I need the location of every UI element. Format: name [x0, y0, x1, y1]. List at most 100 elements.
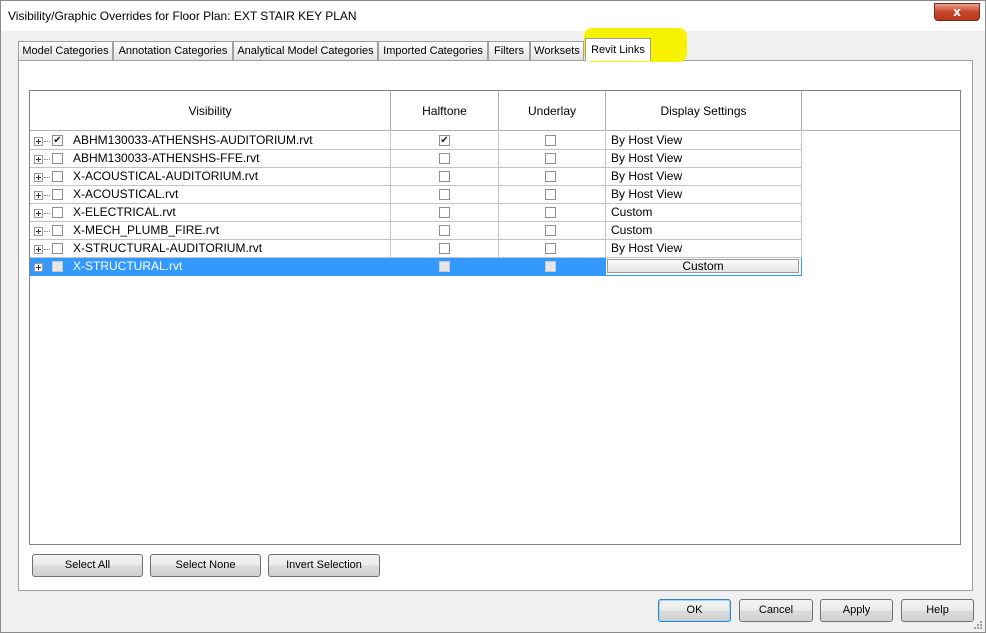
underlay-cell — [499, 186, 606, 204]
underlay-checkbox[interactable] — [545, 261, 556, 272]
underlay-checkbox[interactable] — [545, 135, 556, 146]
tab-imported-categories[interactable]: Imported Categories — [378, 41, 488, 60]
display-settings-button[interactable]: Custom — [607, 259, 799, 273]
link-name: X-MECH_PLUMB_FIRE.rvt — [73, 223, 220, 237]
visibility-cell: X-ACOUSTICAL.rvt — [30, 186, 391, 204]
halftone-checkbox[interactable] — [439, 225, 450, 236]
visibility-checkbox[interactable] — [52, 225, 63, 236]
display-settings-cell[interactable]: Custom — [606, 222, 802, 240]
display-settings-cell[interactable]: Custom — [606, 204, 802, 222]
link-row[interactable]: X-ACOUSTICAL.rvt By Host View — [30, 186, 960, 204]
visibility-cell: X-MECH_PLUMB_FIRE.rvt — [30, 222, 391, 240]
halftone-checkbox[interactable] — [439, 207, 450, 218]
cancel-button[interactable]: Cancel — [739, 599, 813, 622]
visibility-checkbox[interactable] — [52, 189, 63, 200]
expand-plus-icon[interactable] — [34, 173, 43, 182]
display-settings-cell[interactable]: By Host View — [606, 186, 802, 204]
grid-header: Visibility Halftone Underlay Display Set… — [30, 91, 960, 131]
underlay-checkbox[interactable] — [545, 207, 556, 218]
link-name: X-ACOUSTICAL.rvt — [73, 187, 179, 201]
apply-button[interactable]: Apply — [820, 599, 893, 622]
tab-annotation-categories[interactable]: Annotation Categories — [113, 41, 233, 60]
tab-filters[interactable]: Filters — [488, 41, 530, 60]
underlay-cell — [499, 240, 606, 258]
underlay-cell — [499, 222, 606, 240]
link-row[interactable]: ✔ ABHM130033-ATHENSHS-AUDITORIUM.rvt ✔ By H… — [30, 132, 960, 150]
expand-plus-icon[interactable] — [34, 137, 43, 146]
tree-line — [44, 267, 50, 269]
visibility-checkbox[interactable] — [52, 207, 63, 218]
dialog-window: Visibility/Graphic Overrides for Floor P… — [0, 0, 986, 633]
revit-links-grid: Visibility Halftone Underlay Display Set… — [29, 90, 961, 545]
visibility-checkbox[interactable] — [52, 153, 63, 164]
halftone-checkbox[interactable]: ✔ — [439, 135, 450, 146]
visibility-checkbox[interactable] — [52, 261, 63, 272]
link-row[interactable]: ABHM130033-ATHENSHS-FFE.rvt By Host View — [30, 150, 960, 168]
tree-line — [44, 141, 50, 143]
ok-button[interactable]: OK — [658, 599, 731, 622]
display-settings-cell[interactable]: By Host View — [606, 150, 802, 168]
underlay-cell — [499, 132, 606, 150]
close-button[interactable]: x — [934, 3, 980, 21]
display-settings-cell[interactable]: By Host View — [606, 240, 802, 258]
link-name: X-STRUCTURAL-AUDITORIUM.rvt — [73, 241, 263, 255]
link-row[interactable]: X-ELECTRICAL.rvt Custom — [30, 204, 960, 222]
expand-plus-icon[interactable] — [34, 227, 43, 236]
halftone-cell — [391, 240, 499, 258]
expand-plus-icon[interactable] — [34, 191, 43, 200]
underlay-checkbox[interactable] — [545, 171, 556, 182]
underlay-checkbox[interactable] — [545, 225, 556, 236]
tab-model-categories[interactable]: Model Categories — [18, 41, 113, 60]
link-row[interactable]: X-MECH_PLUMB_FIRE.rvt Custom — [30, 222, 960, 240]
link-row[interactable]: X-STRUCTURAL-AUDITORIUM.rvt By Host View — [30, 240, 960, 258]
display-settings-cell[interactable]: By Host View — [606, 168, 802, 186]
close-icon: x — [953, 5, 961, 19]
display-settings-cell[interactable]: By Host View — [606, 132, 802, 150]
select-all-button[interactable]: Select All — [32, 554, 143, 577]
halftone-checkbox[interactable] — [439, 261, 450, 272]
header-underlay[interactable]: Underlay — [499, 91, 606, 131]
halftone-cell — [391, 186, 499, 204]
tree-line — [44, 177, 50, 179]
select-none-button[interactable]: Select None — [150, 554, 261, 577]
halftone-checkbox[interactable] — [439, 171, 450, 182]
expand-plus-icon[interactable] — [34, 209, 43, 218]
header-visibility[interactable]: Visibility — [30, 91, 391, 131]
help-button[interactable]: Help — [901, 599, 974, 622]
header-halftone[interactable]: Halftone — [391, 91, 499, 131]
tab-worksets[interactable]: Worksets — [530, 41, 584, 60]
visibility-checkbox[interactable]: ✔ — [52, 135, 63, 146]
underlay-checkbox[interactable] — [545, 243, 556, 254]
display-settings-cell[interactable]: Custom — [606, 258, 802, 276]
visibility-cell: X-STRUCTURAL.rvt — [30, 258, 391, 276]
halftone-cell — [391, 258, 499, 276]
tab-revit-links[interactable]: Revit Links — [585, 38, 651, 61]
link-row[interactable]: X-STRUCTURAL.rvt Custom — [30, 258, 960, 276]
window-title: Visibility/Graphic Overrides for Floor P… — [8, 9, 357, 23]
underlay-cell — [499, 150, 606, 168]
underlay-cell — [499, 204, 606, 222]
halftone-checkbox[interactable] — [439, 153, 450, 164]
expand-plus-icon[interactable] — [34, 155, 43, 164]
title-bar: Visibility/Graphic Overrides for Floor P… — [1, 1, 985, 31]
halftone-checkbox[interactable] — [439, 243, 450, 254]
link-row[interactable]: X-ACOUSTICAL-AUDITORIUM.rvt By Host View — [30, 168, 960, 186]
visibility-checkbox[interactable] — [52, 243, 63, 254]
resize-grip-icon[interactable] — [971, 618, 983, 630]
tree-line — [44, 231, 50, 233]
tree-line — [44, 249, 50, 251]
visibility-cell: X-ACOUSTICAL-AUDITORIUM.rvt — [30, 168, 391, 186]
underlay-checkbox[interactable] — [545, 153, 556, 164]
link-name: ABHM130033-ATHENSHS-FFE.rvt — [73, 151, 260, 165]
halftone-cell — [391, 168, 499, 186]
halftone-checkbox[interactable] — [439, 189, 450, 200]
visibility-checkbox[interactable] — [52, 171, 63, 182]
halftone-cell — [391, 204, 499, 222]
expand-plus-icon[interactable] — [34, 263, 43, 272]
expand-plus-icon[interactable] — [34, 245, 43, 254]
underlay-checkbox[interactable] — [545, 189, 556, 200]
tab-analytical-model-categories[interactable]: Analytical Model Categories — [233, 41, 378, 60]
invert-selection-button[interactable]: Invert Selection — [268, 554, 380, 577]
visibility-cell: ABHM130033-ATHENSHS-FFE.rvt — [30, 150, 391, 168]
header-display-settings[interactable]: Display Settings — [606, 91, 802, 131]
